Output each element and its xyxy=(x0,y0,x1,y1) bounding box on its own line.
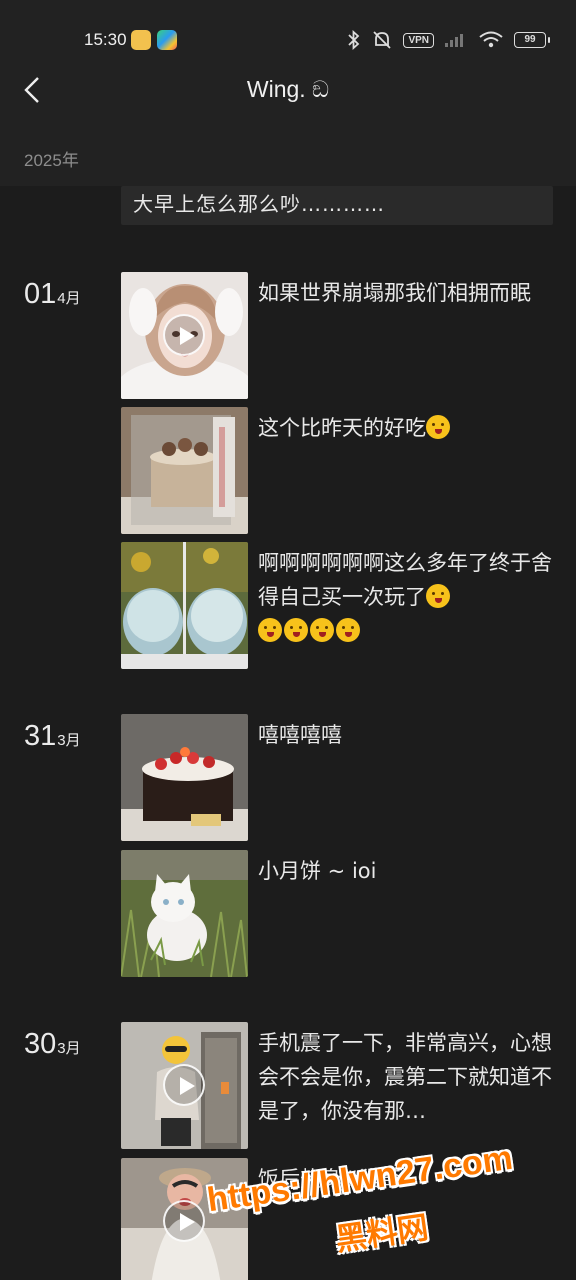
play-icon xyxy=(163,1064,205,1106)
page-title: Wing. ඞ xyxy=(246,76,330,102)
post-thumbnail-video[interactable] xyxy=(121,1022,248,1149)
date-day: 01 xyxy=(24,278,57,310)
post-text: 手机震了一下，非常高兴，心想会不会是你，震第二下就知道不是了，你没有那… xyxy=(258,1031,552,1123)
post-text: 如果世界崩塌那我们相拥而眠 xyxy=(258,281,531,305)
post-text: 小月饼 ~ ioi xyxy=(258,859,377,883)
post-thumbnail[interactable] xyxy=(121,850,248,977)
play-icon xyxy=(163,1200,205,1242)
notification-app-icon xyxy=(131,30,151,50)
post-text-content: 这个比昨天的好吃 xyxy=(258,416,426,440)
list-item[interactable]: 小月饼 ~ ioi xyxy=(121,850,561,978)
emoji-icon xyxy=(258,618,282,642)
emoji-icon xyxy=(284,618,308,642)
list-item[interactable]: 如果世界崩塌那我们相拥而眠 xyxy=(121,272,561,400)
post-thumbnail-video[interactable] xyxy=(121,272,248,399)
list-item[interactable]: 嘻嘻嘻嘻 xyxy=(121,714,561,842)
status-time: 15:30 xyxy=(84,30,127,49)
post-thumbnail[interactable] xyxy=(121,542,248,669)
date-label: 014月 xyxy=(24,278,81,311)
post-thumbnail-video[interactable] xyxy=(121,1158,248,1280)
battery-icon: 99 xyxy=(514,32,550,48)
date-month: 4月 xyxy=(57,290,81,307)
list-item[interactable]: 这个比昨天的好吃 xyxy=(121,407,561,535)
strawberry-cake-image xyxy=(121,714,248,841)
jelly-bowls-image xyxy=(121,542,248,669)
boxed-cake-image xyxy=(121,407,248,534)
post-text: 这个比昨天的好吃 xyxy=(258,411,558,445)
date-label: 303月 xyxy=(24,1028,81,1061)
post-text: 啊啊啊啊啊啊这么多年了终于舍得自己买一次玩了 xyxy=(258,546,558,648)
date-month: 3月 xyxy=(57,732,81,749)
date-month: 3月 xyxy=(57,1040,81,1057)
post-thumbnail[interactable] xyxy=(121,714,248,841)
vpn-icon: VPN xyxy=(403,32,434,48)
list-item[interactable]: 啊啊啊啊啊啊这么多年了终于舍得自己买一次玩了 xyxy=(121,542,561,670)
previous-post-text-card[interactable]: 大早上怎么那么吵………… xyxy=(121,186,553,225)
list-item[interactable]: 手机震了一下，非常高兴，心想会不会是你，震第二下就知道不是了，你没有那… xyxy=(121,1022,561,1150)
mute-icon xyxy=(373,31,392,49)
yum-emoji-icon xyxy=(426,415,450,439)
emoji-icon xyxy=(426,584,450,608)
bluetooth-icon xyxy=(348,30,360,50)
wifi-icon xyxy=(479,31,503,48)
header: Wing. ඞ 2025年 xyxy=(0,60,576,186)
white-cat-image xyxy=(121,850,248,977)
year-label: 2025年 xyxy=(24,151,79,170)
emoji-icon xyxy=(310,618,334,642)
post-thumbnail[interactable] xyxy=(121,407,248,534)
notification-app-icon-2 xyxy=(157,30,177,50)
date-label: 313月 xyxy=(24,720,81,753)
play-icon xyxy=(163,314,205,356)
post-text: 嘻嘻嘻嘻 xyxy=(258,723,342,747)
previous-post-text: 大早上怎么那么吵………… xyxy=(133,192,385,216)
post-text-content: 啊啊啊啊啊啊这么多年了终于舍得自己买一次玩了 xyxy=(258,551,552,609)
timeline[interactable]: 大早上怎么那么吵………… 014月 如果世界崩塌那我们相拥而眠 这个比昨天的好吃… xyxy=(0,186,576,1280)
date-day: 31 xyxy=(24,720,57,752)
emoji-icon xyxy=(336,618,360,642)
signal-icon xyxy=(445,34,463,47)
system-icons: VPN 99 xyxy=(347,28,550,52)
date-day: 30 xyxy=(24,1028,57,1060)
